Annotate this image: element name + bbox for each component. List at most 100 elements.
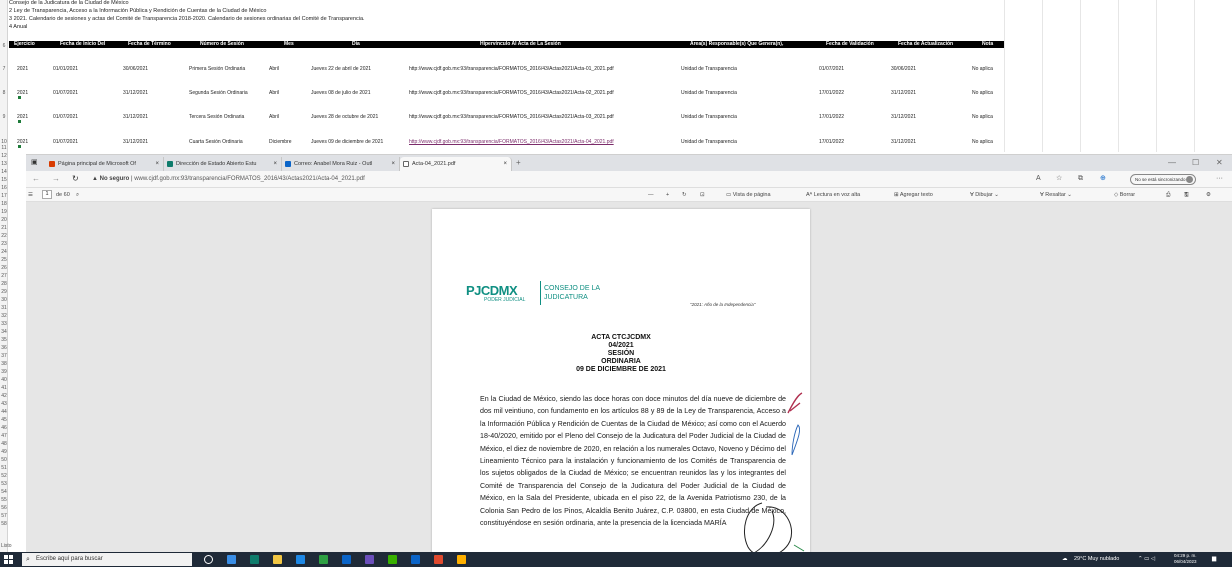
tab-acta-pdf[interactable]: Acta-04_2021.pdf ×	[400, 157, 512, 171]
tab-actions-icon[interactable]: ▣	[31, 157, 38, 169]
rotate-icon[interactable]: ↻	[682, 190, 687, 200]
close-icon[interactable]: ×	[273, 157, 277, 171]
column-header[interactable]: Mes	[284, 41, 294, 48]
new-tab-button[interactable]: +	[516, 157, 521, 169]
cell-area[interactable]: Unidad de Transparencia	[681, 90, 737, 96]
row-number[interactable]: 35	[0, 337, 8, 343]
search-icon[interactable]: ⌕	[76, 190, 79, 200]
row-number[interactable]: 17	[0, 193, 8, 199]
row-number[interactable]: 23	[0, 241, 8, 247]
row-number[interactable]: 50	[0, 457, 8, 463]
taskbar-app-icon[interactable]	[296, 555, 305, 564]
cell-fecha-termino[interactable]: 30/06/2021	[123, 66, 148, 72]
row-number[interactable]: 46	[0, 425, 8, 431]
page-number-input[interactable]: 1	[42, 190, 52, 199]
cell-dia[interactable]: Jueves 09 de diciembre de 2021	[311, 139, 383, 145]
cell-ejercicio[interactable]: 2021	[17, 90, 28, 96]
taskbar-app-icon[interactable]	[411, 555, 420, 564]
column-header[interactable]: Ejercicio	[14, 41, 35, 48]
cell-sesion[interactable]: Segunda Sesión Ordinaria	[189, 90, 248, 96]
row-number[interactable]: 52	[0, 473, 8, 479]
cell-fecha-inicio[interactable]: 01/01/2021	[53, 66, 78, 72]
favorite-icon[interactable]: ☆	[1056, 174, 1062, 184]
page-view-button[interactable]: ▭ Vista de página	[726, 190, 771, 200]
row-number[interactable]: 28	[0, 281, 8, 287]
row-number[interactable]: 18	[0, 201, 8, 207]
row-number[interactable]: 54	[0, 489, 8, 495]
cell-fecha-inicio[interactable]: 01/07/2021	[53, 114, 78, 120]
tab-microsoft[interactable]: Página principal de Microsoft Of ×	[46, 157, 164, 171]
row-number[interactable]: 39	[0, 369, 8, 375]
taskbar-app-icon[interactable]	[250, 555, 259, 564]
cell-fecha-termino[interactable]: 31/12/2021	[123, 114, 148, 120]
not-secure-indicator[interactable]: ▲ No seguro	[92, 176, 129, 182]
cell-sesion[interactable]: Tercera Sesión Ordinaria	[189, 114, 244, 120]
cell-hyperlink[interactable]: http://www.cjdf.gob.mx:93/transparencia/…	[409, 139, 614, 145]
cell-hyperlink[interactable]: http://www.cjdf.gob.mx:93/transparencia/…	[409, 90, 614, 96]
windows-start-icon[interactable]	[4, 555, 13, 564]
taskbar-app-icon[interactable]	[434, 555, 443, 564]
row-number[interactable]: 33	[0, 321, 8, 327]
contents-icon[interactable]: ☰	[28, 190, 33, 200]
forward-icon[interactable]: →	[52, 174, 60, 184]
cell-dia[interactable]: Jueves 22 de abril de 2021	[311, 66, 371, 72]
column-header[interactable]: Área(s) Responsable(s) Que Genera(n),	[690, 41, 783, 48]
column-header[interactable]: Hipervínculo Al Acta de La Sesión	[480, 41, 561, 48]
row-number[interactable]: 31	[0, 305, 8, 311]
cell-actualizacion[interactable]: 31/12/2021	[891, 114, 916, 120]
refresh-icon[interactable]: ↻	[72, 174, 79, 184]
cell-actualizacion[interactable]: 31/12/2021	[891, 90, 916, 96]
close-icon[interactable]: ×	[503, 157, 507, 171]
cell-ejercicio[interactable]: 2021	[17, 66, 28, 72]
taskbar-app-icon[interactable]	[227, 555, 236, 564]
highlight-button[interactable]: ∀ Resaltar ⌄	[1040, 190, 1072, 200]
add-text-button[interactable]: ⊞ Agregar texto	[894, 190, 933, 200]
row-number[interactable]: 45	[0, 417, 8, 423]
column-header[interactable]: Nota	[982, 41, 993, 48]
row-number[interactable]: 47	[0, 433, 8, 439]
row-number[interactable]: 38	[0, 361, 8, 367]
cell-area[interactable]: Unidad de Transparencia	[681, 139, 737, 145]
cell-sesion[interactable]: Primera Sesión Ordinaria	[189, 66, 245, 72]
row-number[interactable]: 24	[0, 249, 8, 255]
read-aloud-icon[interactable]: A	[1036, 174, 1041, 184]
read-aloud-button[interactable]: Aᴬ Lectura en voz alta	[806, 190, 860, 200]
row-number[interactable]: 34	[0, 329, 8, 335]
collections-icon[interactable]: ⧉	[1078, 174, 1083, 184]
zoom-out-button[interactable]: —	[648, 190, 654, 200]
weather-icon[interactable]: ☁	[1062, 552, 1068, 567]
row-number[interactable]: 6	[0, 43, 8, 49]
taskbar-app-icon[interactable]	[457, 555, 466, 564]
row-number[interactable]: 21	[0, 225, 8, 231]
row-number[interactable]: 19	[0, 209, 8, 215]
tab-estado-abierto[interactable]: Dirección de Estado Abierto Estu ×	[164, 157, 282, 171]
column-header[interactable]: Número de Sesión	[200, 41, 244, 48]
row-number[interactable]: 36	[0, 345, 8, 351]
tab-outlook[interactable]: Correo: Anabel Mora Ruiz - Outl ×	[282, 157, 400, 171]
settings-icon[interactable]: ⚙	[1206, 190, 1211, 200]
row-number[interactable]: 58	[0, 521, 8, 527]
row-number[interactable]: 42	[0, 393, 8, 399]
cell-validacion[interactable]: 17/01/2022	[819, 139, 844, 145]
cell-area[interactable]: Unidad de Transparencia	[681, 114, 737, 120]
cell-mes[interactable]: Abril	[269, 114, 279, 120]
url-text[interactable]: www.cjdf.gob.mx:93/transparencia/FORMATO…	[134, 176, 365, 182]
cell-area[interactable]: Unidad de Transparencia	[681, 66, 737, 72]
row-number[interactable]: 41	[0, 385, 8, 391]
row-number[interactable]: 26	[0, 265, 8, 271]
print-icon[interactable]: ⎙	[1166, 190, 1170, 200]
row-number[interactable]: 15	[0, 177, 8, 183]
more-options-icon[interactable]: ···	[1216, 174, 1223, 184]
system-clock[interactable]: 04:29 p. m. 06/04/2023	[1174, 553, 1197, 565]
taskbar-app-icon[interactable]	[204, 555, 213, 564]
row-number[interactable]: 27	[0, 273, 8, 279]
cell-dia[interactable]: Jueves 28 de octubre de 2021	[311, 114, 378, 120]
minimize-button[interactable]: —	[1168, 157, 1176, 169]
close-icon[interactable]: ×	[391, 157, 395, 171]
save-icon[interactable]: 🖫	[1184, 190, 1189, 200]
row-number[interactable]: 7	[0, 66, 8, 72]
maximize-button[interactable]: ☐	[1192, 157, 1199, 169]
close-window-button[interactable]: ✕	[1216, 157, 1223, 169]
zoom-in-button[interactable]: +	[666, 190, 669, 200]
cell-actualizacion[interactable]: 31/12/2021	[891, 139, 916, 145]
